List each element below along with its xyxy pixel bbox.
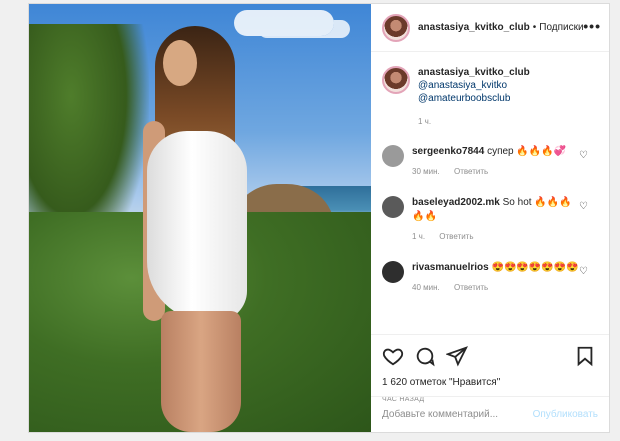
comment-username[interactable]: rivasmanuelrios bbox=[412, 262, 489, 273]
comment-item: rivasmanuelrios 😍😍😍😍😍😍😍 40 мин. Ответить… bbox=[382, 261, 598, 295]
comment-avatar[interactable] bbox=[382, 196, 404, 218]
comment-item: sergeenko7844 супер 🔥🔥🔥💞 30 мин. Ответит… bbox=[382, 145, 598, 179]
figure-face bbox=[163, 40, 197, 86]
comment-text: 😍😍😍😍😍😍😍 bbox=[491, 262, 579, 273]
caption: anastasiya_kvitko_club @anastasiya_kvitk… bbox=[382, 66, 598, 128]
like-comment-heart-icon[interactable]: ♡ bbox=[579, 150, 588, 161]
caption-username[interactable]: anastasiya_kvitko_club bbox=[418, 67, 530, 78]
figure-dress bbox=[147, 131, 247, 321]
comment-avatar[interactable] bbox=[382, 261, 404, 283]
instagram-post: anastasiya_kvitko_club • Подписки ••• an… bbox=[28, 3, 610, 433]
reply-button[interactable]: Ответить bbox=[454, 283, 488, 292]
comment-time: 40 мин. bbox=[412, 283, 440, 292]
likes-count[interactable]: 1 620 отметок "Нравится" bbox=[382, 377, 598, 388]
comment-meta: 40 мин. Ответить bbox=[412, 281, 582, 295]
comment-avatar[interactable] bbox=[382, 145, 404, 167]
bookmark-icon[interactable] bbox=[574, 345, 596, 367]
comment-meta: 1 ч. Ответить bbox=[412, 230, 582, 244]
comment-meta: 30 мин. Ответить bbox=[412, 165, 582, 179]
comment-body: rivasmanuelrios 😍😍😍😍😍😍😍 40 мин. Ответить bbox=[412, 261, 582, 295]
share-icon[interactable] bbox=[446, 345, 468, 367]
reply-button[interactable]: Ответить bbox=[439, 232, 473, 241]
caption-mention-2[interactable]: @amateurboobsclub bbox=[418, 92, 530, 105]
comment-username[interactable]: baseleyad2002.mk bbox=[412, 197, 500, 208]
caption-text: anastasiya_kvitko_club @anastasiya_kvitk… bbox=[418, 66, 530, 128]
caption-avatar[interactable] bbox=[382, 66, 410, 94]
comment-body: baseleyad2002.mk So hot 🔥🔥🔥🔥🔥 1 ч. Ответ… bbox=[412, 196, 582, 244]
comment-text: супер 🔥🔥🔥💞 bbox=[487, 146, 567, 157]
comment-icon[interactable] bbox=[414, 345, 436, 367]
more-horizontal-icon[interactable]: ••• bbox=[583, 18, 601, 34]
like-comment-heart-icon[interactable]: ♡ bbox=[579, 266, 588, 277]
add-comment-bar: Добавьте комментарий... Опубликовать bbox=[371, 396, 609, 432]
author-username[interactable]: anastasiya_kvitko_club bbox=[418, 22, 530, 33]
like-comment-heart-icon[interactable]: ♡ bbox=[579, 201, 588, 212]
header-separator: • bbox=[532, 22, 537, 33]
post-sidebar: anastasiya_kvitko_club • Подписки ••• an… bbox=[371, 4, 609, 432]
comment-time: 30 мин. bbox=[412, 167, 440, 176]
caption-mention-1[interactable]: @anastasiya_kvitko bbox=[418, 79, 530, 92]
follow-button[interactable]: Подписки bbox=[539, 22, 583, 33]
comment-item: baseleyad2002.mk So hot 🔥🔥🔥🔥🔥 1 ч. Ответ… bbox=[382, 196, 598, 244]
photo-figure bbox=[125, 26, 265, 432]
author-avatar[interactable] bbox=[382, 13, 410, 42]
publish-button[interactable]: Опубликовать bbox=[533, 409, 598, 420]
post-photo[interactable] bbox=[29, 4, 371, 432]
reply-button[interactable]: Ответить bbox=[454, 167, 488, 176]
comment-username[interactable]: sergeenko7844 bbox=[412, 146, 484, 157]
heart-icon[interactable] bbox=[382, 345, 404, 367]
comments-list: anastasiya_kvitko_club @anastasiya_kvitk… bbox=[371, 52, 609, 334]
action-icons bbox=[382, 345, 598, 367]
post-header: anastasiya_kvitko_club • Подписки ••• bbox=[371, 4, 609, 52]
comment-body: sergeenko7844 супер 🔥🔥🔥💞 30 мин. Ответит… bbox=[412, 145, 582, 179]
caption-time: 1 ч. bbox=[418, 117, 432, 126]
comment-input[interactable]: Добавьте комментарий... bbox=[382, 409, 498, 420]
figure-legs bbox=[161, 311, 241, 432]
comment-time: 1 ч. bbox=[412, 232, 426, 241]
